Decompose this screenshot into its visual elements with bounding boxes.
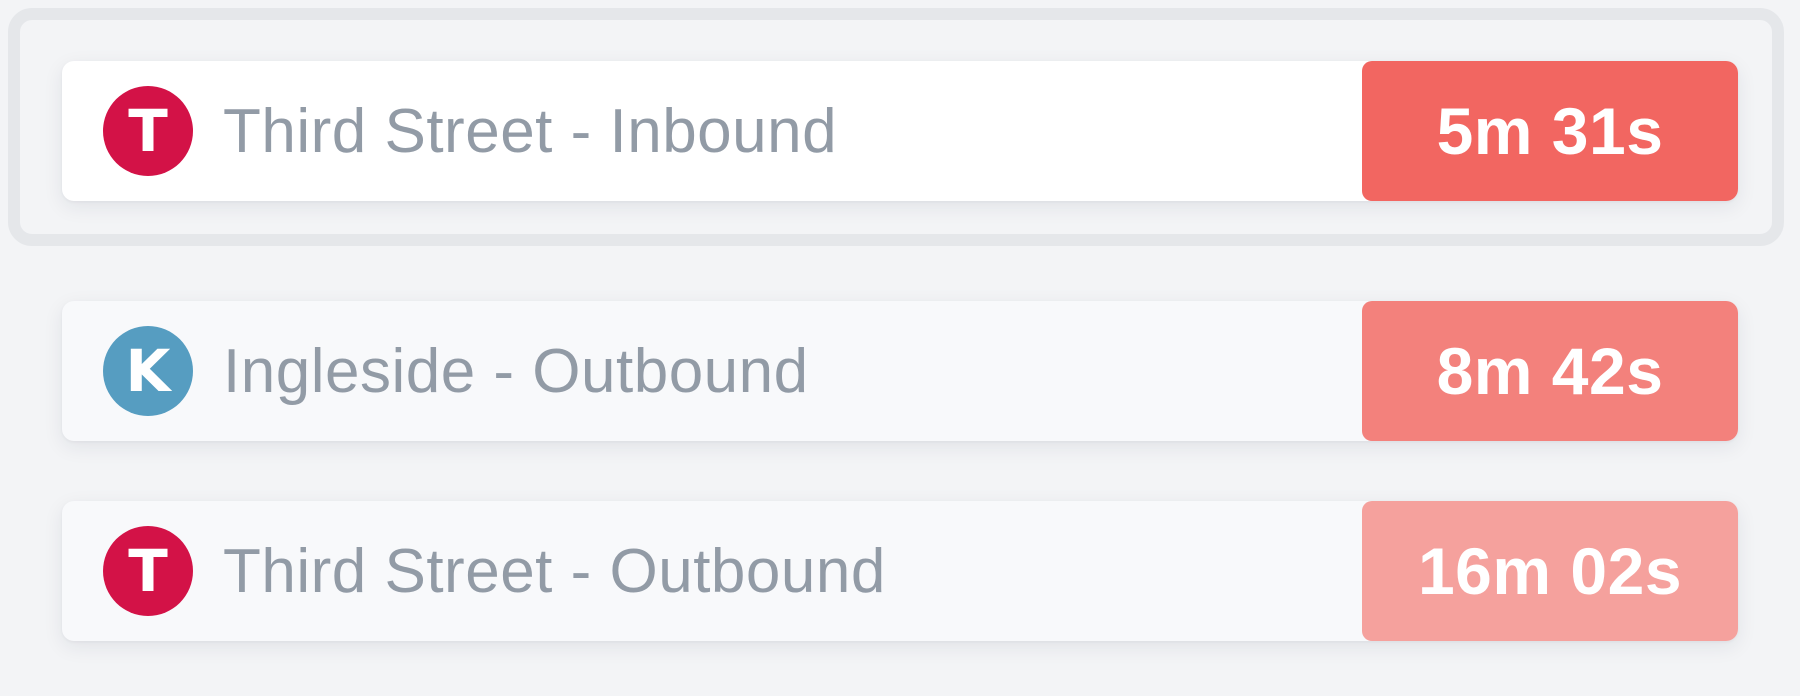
route-name: Third Street - Inbound (223, 96, 838, 166)
eta-badge: 16m 02s (1362, 501, 1738, 641)
line-badge-t: T (103, 86, 193, 176)
route-name: Third Street - Outbound (223, 536, 886, 606)
departure-row[interactable]: K Ingleside - Outbound 8m 42s (62, 301, 1738, 441)
line-badge-t: T (103, 526, 193, 616)
route-name: Ingleside - Outbound (223, 336, 809, 406)
eta-badge: 5m 31s (1362, 61, 1738, 201)
line-badge-k: K (103, 326, 193, 416)
eta-badge: 8m 42s (1362, 301, 1738, 441)
departure-row[interactable]: T Third Street - Inbound 5m 31s (62, 61, 1738, 201)
departure-row[interactable]: T Third Street - Outbound 16m 02s (62, 501, 1738, 641)
